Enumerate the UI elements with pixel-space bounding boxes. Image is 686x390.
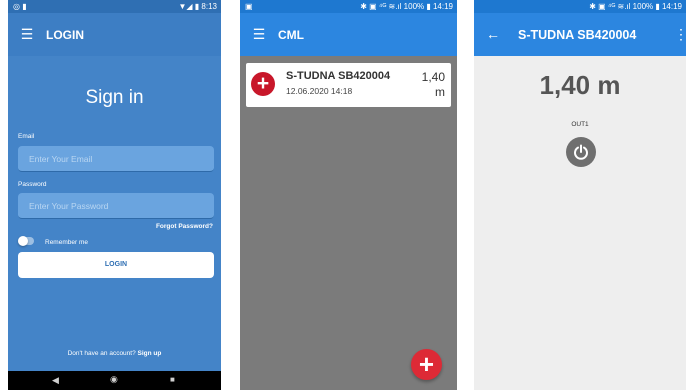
device-list-screen: ▣ ✱ ▣ ⁴ᴳ ≋.ıl 100% ▮ 14:19 ☰ CML + S-TUD… [240, 0, 457, 390]
status-icons-right: ▼◢ ▮ 8:13 [178, 2, 218, 11]
add-circle-icon: + [251, 72, 275, 96]
email-field[interactable] [18, 146, 214, 172]
status-bar: ▣ ✱ ▣ ⁴ᴳ ≋.ıl 100% ▮ 14:19 [240, 0, 457, 13]
device-name: S-TUDNA SB420004 [286, 70, 391, 82]
remember-me-label: Remember me [45, 239, 88, 246]
page-title: Sign in [85, 87, 144, 108]
email-label: Email [18, 133, 35, 140]
device-detail-screen: ✱ ▣ ⁴ᴳ ≋.ıl 100% ▮ 14:19 ← S-TUDNA SB420… [474, 0, 686, 390]
app-bar: ← S-TUDNA SB420004 ⋮ [474, 13, 686, 56]
add-icon: + [418, 349, 435, 379]
output-label: OUT1 [571, 121, 589, 128]
forgot-password-link[interactable]: Forgot Password? [156, 223, 213, 230]
remember-me-toggle[interactable] [18, 236, 34, 246]
app-bar-title: CML [278, 28, 304, 42]
nav-back-icon[interactable]: ◀ [52, 375, 59, 386]
status-icons-right: ✱ ▣ ⁴ᴳ ≋.ıl 100% ▮ 14:19 [589, 2, 682, 11]
password-label: Password [18, 181, 47, 188]
output-toggle-button[interactable] [566, 137, 596, 167]
arrow-back-icon[interactable]: ← [484, 26, 502, 42]
status-icons-left: ▣ [245, 2, 253, 11]
add-device-button[interactable]: + [411, 349, 442, 380]
login-screen: ◎ ▮ ▼◢ ▮ 8:13 ☰ LOGIN Sign in Email Pass… [8, 0, 221, 390]
app-bar-title: S-TUDNA SB420004 [518, 28, 637, 42]
status-icons-right: ✱ ▣ ⁴ᴳ ≋.ıl 100% ▮ 14:19 [360, 2, 453, 11]
signup-link[interactable]: Sign up [138, 350, 162, 357]
signup-prompt: Don't have an account? Sign up [8, 350, 221, 357]
device-value: 1,40 m [405, 70, 445, 100]
app-bar: ☰ CML [240, 13, 457, 56]
hamburger-icon[interactable]: ☰ [250, 26, 268, 42]
signup-prompt-text: Don't have an account? [67, 350, 136, 357]
device-value-number: 1,40 [421, 70, 445, 84]
device-value-unit: m [435, 85, 445, 99]
status-bar: ✱ ▣ ⁴ᴳ ≋.ıl 100% ▮ 14:19 [474, 0, 686, 13]
password-field[interactable] [18, 193, 214, 219]
device-list-item[interactable]: + S-TUDNA SB420004 12.06.2020 14:18 1,40… [246, 63, 451, 107]
hamburger-icon[interactable]: ☰ [18, 26, 36, 42]
app-bar: ☰ LOGIN [8, 13, 221, 56]
nav-recent-icon[interactable]: ■ [170, 375, 175, 384]
toggle-knob [18, 236, 28, 246]
login-button[interactable]: LOGIN [18, 252, 214, 278]
nav-home-icon[interactable]: ◉ [110, 374, 118, 385]
app-bar-title: LOGIN [46, 28, 84, 42]
more-vert-icon[interactable]: ⋮ [674, 26, 686, 42]
system-nav-bar: ◀ ◉ ■ [8, 371, 221, 390]
device-date: 12.06.2020 14:18 [286, 86, 353, 96]
power-icon [574, 144, 588, 160]
status-icons-left: ◎ ▮ [13, 2, 27, 11]
status-bar: ◎ ▮ ▼◢ ▮ 8:13 [8, 0, 221, 13]
measurement-value: 1,40 m [539, 70, 621, 100]
